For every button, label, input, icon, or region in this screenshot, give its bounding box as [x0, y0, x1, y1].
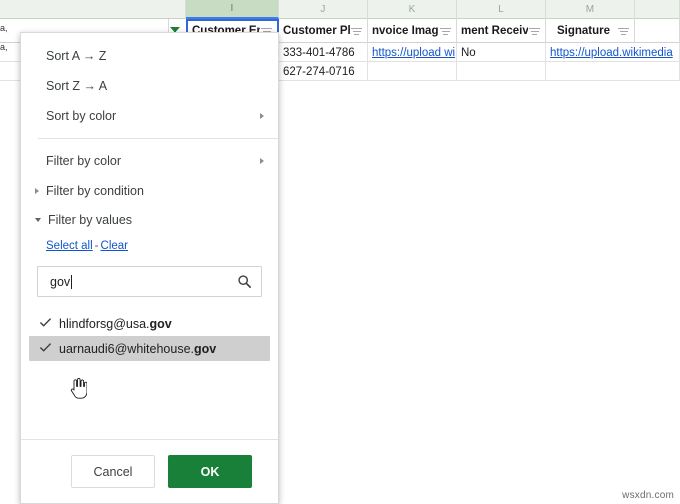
ok-button[interactable]: OK [168, 455, 252, 488]
chevron-right-icon [260, 113, 264, 119]
table-cell[interactable] [368, 62, 457, 81]
filter-values-list: hlindforsg@usa.gov uarnaudi6@whitehouse.g… [21, 311, 278, 361]
menu-item-filter-by-values[interactable]: Filter by values [21, 205, 278, 234]
search-icon [237, 274, 252, 289]
screenshot-root: IJKLM Customer EmailCustomer Phoinvoice … [0, 0, 680, 504]
chevron-down-icon [35, 217, 41, 222]
header-label: Customer Phoi [283, 25, 350, 37]
filter-value-row[interactable]: uarnaudi6@whitehouse.gov [29, 336, 270, 361]
header-cell-customer-phoi[interactable]: Customer Phoi [279, 19, 368, 43]
column-letter-row: IJKLM [0, 0, 680, 19]
menu-item-sort-by-color[interactable]: Sort by color [21, 101, 278, 131]
menu-item-filter-by-color[interactable]: Filter by color [21, 146, 278, 176]
header-cell-trailing [635, 19, 680, 43]
column-letter-K[interactable]: K [368, 0, 457, 19]
column-letter-M[interactable]: M [546, 0, 635, 19]
column-letter-blank-0[interactable] [0, 0, 186, 19]
header-cell-signature[interactable]: Signature [546, 19, 635, 43]
filter-icon[interactable] [617, 25, 630, 38]
mouse-cursor-pointer-icon [70, 377, 88, 399]
table-cell[interactable]: No [457, 43, 546, 62]
table-cell[interactable]: 333-401-4786 [279, 43, 368, 62]
checkmark-icon[interactable] [39, 341, 59, 357]
search-input[interactable]: gov [37, 266, 262, 297]
search-input-value: gov [50, 274, 237, 289]
header-label: Signature [556, 25, 611, 37]
header-cell-ment-receiv[interactable]: ment Receiv [457, 19, 546, 43]
filter-value-row[interactable]: hlindforsg@usa.gov [29, 311, 270, 336]
chevron-right-icon [35, 187, 39, 194]
menu-footer: Cancel OK [21, 439, 278, 503]
menu-item-sort-a-z[interactable]: Sort A → Z [21, 41, 278, 71]
text-cursor [71, 274, 73, 289]
table-cell[interactable]: https://upload.wikimedia [546, 43, 680, 62]
menu-separator [38, 138, 278, 139]
menu-item-label: Filter by values [48, 212, 133, 227]
header-label: ment Receiv [461, 25, 528, 37]
header-label: nvoice Image [372, 25, 439, 37]
clear-link[interactable]: Clear [101, 240, 128, 252]
search-text: gov [50, 274, 71, 289]
select-clear-links: Select all - Clear [21, 234, 278, 252]
filter-dropdown-menu: Sort A → Z Sort Z → A Sort by color Filter… [20, 32, 279, 504]
filter-icon[interactable] [528, 25, 541, 38]
sort-items-group: Sort A → Z Sort Z → A Sort by color [21, 41, 278, 131]
chevron-right-icon [260, 158, 264, 164]
column-letter-blank-6[interactable] [635, 0, 680, 19]
table-cell[interactable] [457, 62, 546, 81]
column-letter-J[interactable]: J [279, 0, 368, 19]
menu-item-label: Sort by color [46, 109, 117, 123]
filter-icon[interactable] [350, 25, 363, 38]
filter-value-label: uarnaudi6@whitehouse.gov [59, 341, 217, 356]
menu-item-label: Filter by condition [46, 183, 144, 198]
table-cell[interactable]: 627-274-0716 [279, 62, 368, 81]
cell-text-fragment: a, [0, 23, 8, 33]
menu-item-filter-by-condition[interactable]: Filter by condition [21, 176, 278, 205]
column-letter-L[interactable]: L [457, 0, 546, 19]
column-letter-I[interactable]: I [186, 0, 279, 19]
table-cell[interactable]: https://upload wi [368, 43, 457, 62]
links-separator: - [94, 240, 99, 252]
header-cell-nvoice-image[interactable]: nvoice Image [368, 19, 457, 43]
filter-value-label: hlindforsg@usa.gov [59, 316, 172, 331]
select-all-link[interactable]: Select all [46, 240, 93, 252]
menu-item-label: Sort A → Z [46, 49, 107, 63]
table-cell[interactable] [546, 62, 680, 81]
watermark: wsxdn.com [622, 490, 674, 501]
cancel-button[interactable]: Cancel [71, 455, 155, 488]
menu-item-label: Sort Z → A [46, 79, 108, 93]
menu-item-label: Filter by color [46, 154, 122, 168]
menu-item-sort-z-a[interactable]: Sort Z → A [21, 71, 278, 101]
filter-icon[interactable] [439, 25, 452, 38]
checkmark-icon[interactable] [39, 316, 59, 332]
